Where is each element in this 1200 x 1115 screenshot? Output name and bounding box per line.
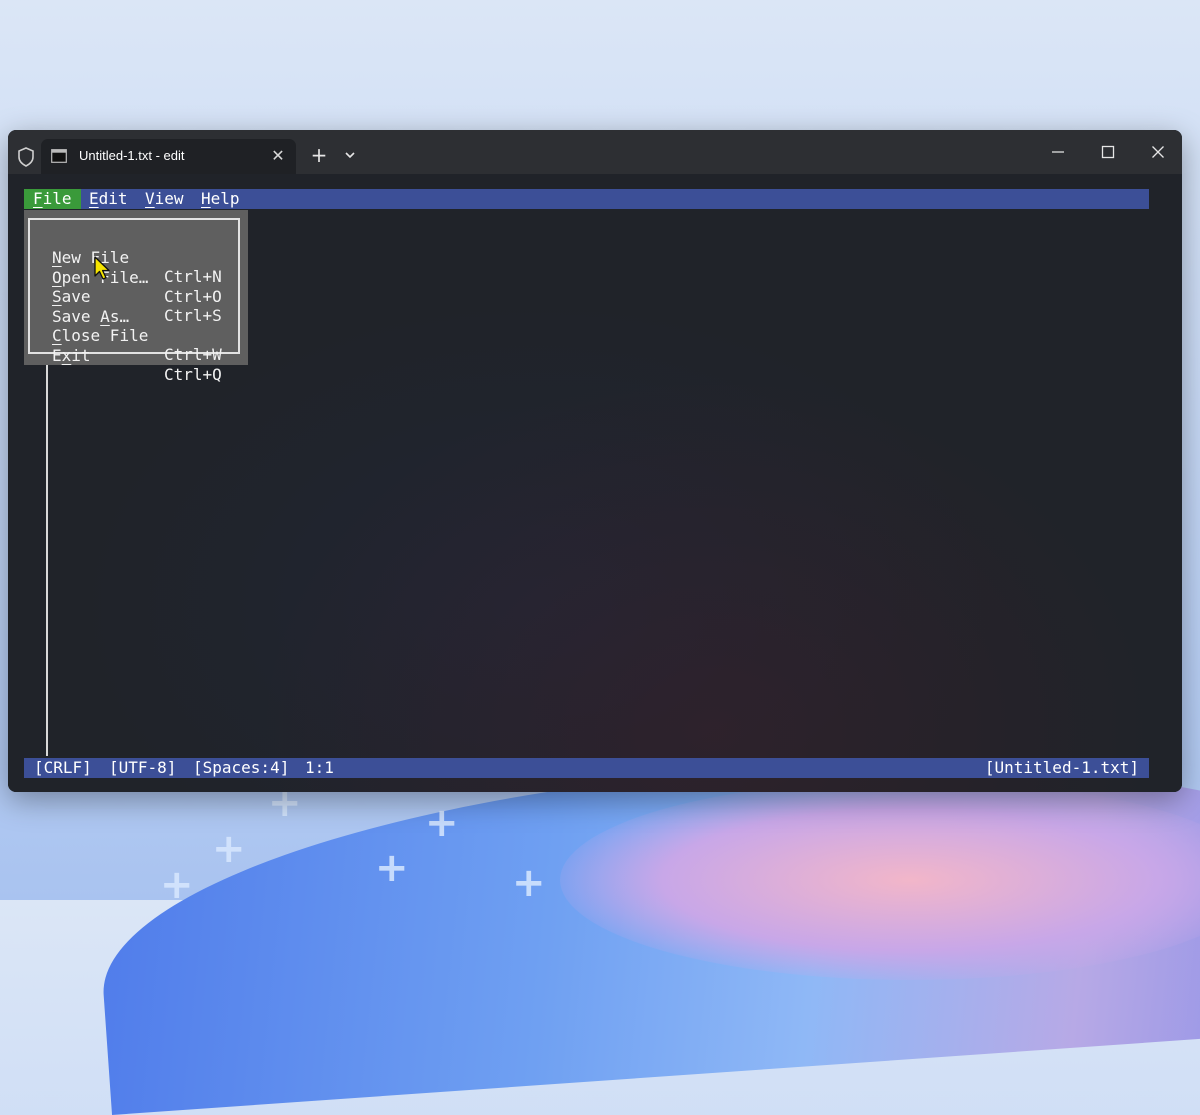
maximize-button[interactable] (1088, 138, 1128, 166)
menu-bar: File Edit View Help (24, 189, 1149, 209)
terminal-icon (51, 149, 67, 163)
menu-view-label: iew (154, 189, 184, 208)
menu-edit[interactable]: Edit (80, 189, 137, 209)
chevron-down-icon[interactable] (338, 142, 362, 168)
menu-help-access-key: H (201, 189, 211, 208)
menu-item-close-file[interactable]: Close File Ctrl+W (52, 307, 232, 364)
indent-status[interactable]: [Spaces:4] (193, 758, 289, 778)
menu-file[interactable]: File (24, 189, 81, 209)
close-window-button[interactable] (1138, 138, 1178, 166)
menu-item-open-file[interactable]: Open File… Ctrl+O (52, 249, 232, 306)
file-menu-dropdown: New File Ctrl+N Open File… Ctrl+O Save C… (24, 210, 248, 384)
menu-file-access-key: F (33, 189, 43, 208)
menu-edit-label: dit (98, 189, 128, 208)
wallpaper-plus-decoration: + (375, 845, 409, 891)
maximize-icon (1101, 145, 1115, 159)
menu-item-label: Exit (52, 346, 91, 365)
minimize-button[interactable] (1038, 138, 1078, 166)
label-prefix: E (52, 345, 62, 365)
line-ending-status[interactable]: [CRLF] (34, 758, 92, 778)
tab-untitled[interactable]: Untitled-1.txt - edit ✕ (41, 139, 296, 174)
menu-item-exit[interactable]: Exit Ctrl+Q (52, 327, 232, 384)
wallpaper-plus-decoration: + (212, 826, 246, 872)
mouse-pointer-icon (94, 256, 110, 280)
cursor-position: 1:1 (305, 758, 334, 777)
shield-icon (18, 147, 34, 167)
close-icon (1152, 146, 1164, 158)
menu-file-label: ile (42, 189, 72, 208)
close-tab-icon[interactable]: ✕ (268, 146, 288, 166)
access-key: x (61, 345, 72, 365)
label-suffix: it (71, 345, 91, 365)
menu-item-new-file[interactable]: New File Ctrl+N (52, 229, 232, 286)
editor-gutter-line (46, 364, 48, 756)
minimize-icon (1052, 151, 1064, 153)
menu-item-save[interactable]: Save Ctrl+S (52, 268, 232, 325)
filename-status: [Untitled-1.txt] (984, 758, 1139, 777)
encoding-status[interactable]: [UTF-8] (109, 758, 176, 778)
menu-view[interactable]: View (136, 189, 193, 209)
terminal-content[interactable]: File Edit View Help New File Ctrl+N Open… (8, 174, 1182, 792)
menu-help-label: elp (210, 189, 240, 208)
wallpaper-plus-decoration: + (512, 860, 546, 906)
shortcut: Ctrl+W (164, 345, 222, 364)
title-bar: Untitled-1.txt - edit ✕ + (8, 130, 1182, 174)
terminal-window: Untitled-1.txt - edit ✕ + File Edit View… (8, 130, 1182, 792)
status-bar: [CRLF] [UTF-8] [Spaces:4] 1:1 [Untitled-… (24, 758, 1149, 778)
menu-edit-access-key: E (89, 189, 99, 208)
tab-title: Untitled-1.txt - edit (79, 148, 185, 163)
menu-view-access-key: V (145, 189, 155, 208)
wallpaper-plus-decoration: + (425, 800, 459, 846)
menu-item-save-as[interactable]: Save As… (52, 288, 232, 326)
shortcut: Ctrl+Q (164, 364, 222, 384)
new-tab-button[interactable]: + (306, 142, 332, 168)
menu-help[interactable]: Help (192, 189, 249, 209)
wallpaper-plus-decoration: + (160, 862, 194, 908)
